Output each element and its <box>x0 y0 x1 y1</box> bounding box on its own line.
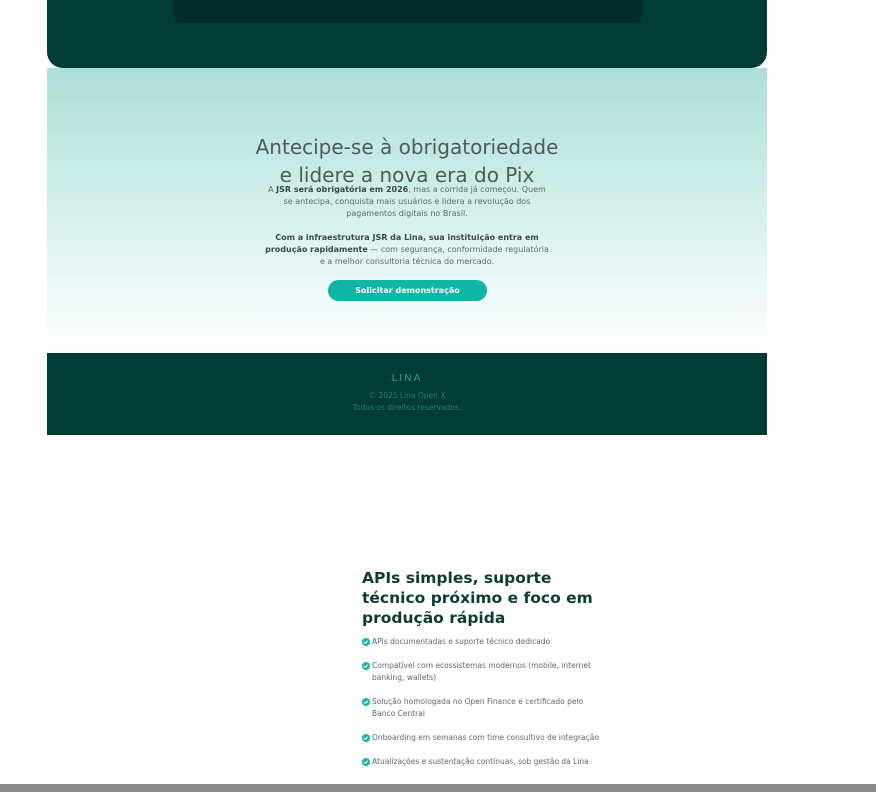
footer-logo[interactable]: LINA <box>47 373 767 384</box>
hero-p1-pre: A <box>268 185 277 194</box>
check-circle-icon <box>362 662 370 670</box>
hero-section: Antecipe-se à obrigatoriedade e lidere a… <box>47 68 767 353</box>
hero-paragraph-1: A JSR será obrigatória em 2026, mas a co… <box>265 184 549 220</box>
check-circle-icon <box>362 698 370 706</box>
request-demo-button[interactable]: Solicitar demonstração <box>328 280 487 301</box>
hero-p1-bold: JSR será obrigatória em 2026 <box>276 185 409 194</box>
check-circle-icon <box>362 734 370 742</box>
feature-item: Compatível com ecossistemas modernos (mo… <box>362 660 602 684</box>
features-list: APIs documentadas e suporte técnico dedi… <box>362 636 602 768</box>
hero-paragraph-2: Com a infraestrutura JSR da Lina, sua in… <box>265 232 549 268</box>
feature-item: Solução homologada no Open Finance e cer… <box>362 696 602 720</box>
feature-item: Onboarding em semanas com time consultiv… <box>362 732 602 744</box>
feature-text: Solução homologada no Open Finance e cer… <box>372 697 584 718</box>
footer-copyright: © 2025 Lina Open X <box>368 391 446 400</box>
feature-item: Atualizações e sustentação contínuas, so… <box>362 756 602 768</box>
feature-text: Compatível com ecossistemas modernos (mo… <box>372 661 591 682</box>
hero-title-line1: Antecipe-se à obrigatoriedade <box>255 135 559 160</box>
feature-text: Atualizações e sustentação contínuas, so… <box>372 757 589 766</box>
feature-item: APIs documentadas e suporte técnico dedi… <box>362 636 602 648</box>
hero-title: Antecipe-se à obrigatoriedade e lidere a… <box>47 133 767 189</box>
features-section: APIs simples, suporte técnico próximo e … <box>362 568 602 780</box>
check-circle-icon <box>362 638 370 646</box>
feature-text: APIs documentadas e suporte técnico dedi… <box>372 637 551 646</box>
horizontal-scrollbar[interactable] <box>0 784 876 792</box>
feature-text: Onboarding em semanas com time consultiv… <box>372 733 599 742</box>
top-inner-panel <box>173 0 643 23</box>
check-circle-icon <box>362 758 370 766</box>
footer-rights: Todos os direitos reservados. <box>352 403 462 412</box>
footer: LINA © 2025 Lina Open X Todos os direito… <box>47 353 767 435</box>
top-dark-section <box>47 0 767 68</box>
features-title: APIs simples, suporte técnico próximo e … <box>362 569 593 627</box>
